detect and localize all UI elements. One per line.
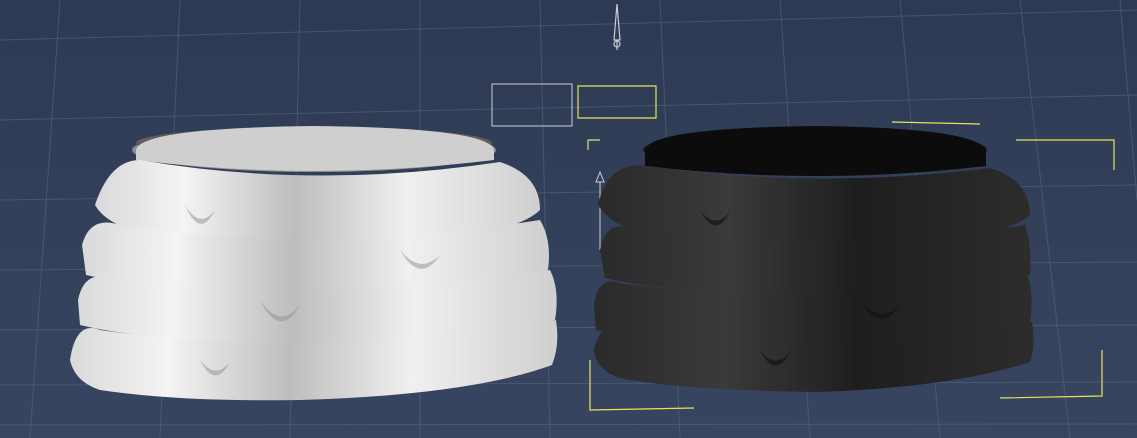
scene-canvas[interactable] (0, 0, 1137, 438)
3d-viewport[interactable] (0, 0, 1137, 438)
bbox-white (491, 83, 573, 127)
white-ruffle-skirt[interactable] (70, 126, 558, 401)
black-ruffle-skirt[interactable] (594, 126, 1034, 392)
light-icon[interactable] (613, 3, 621, 50)
